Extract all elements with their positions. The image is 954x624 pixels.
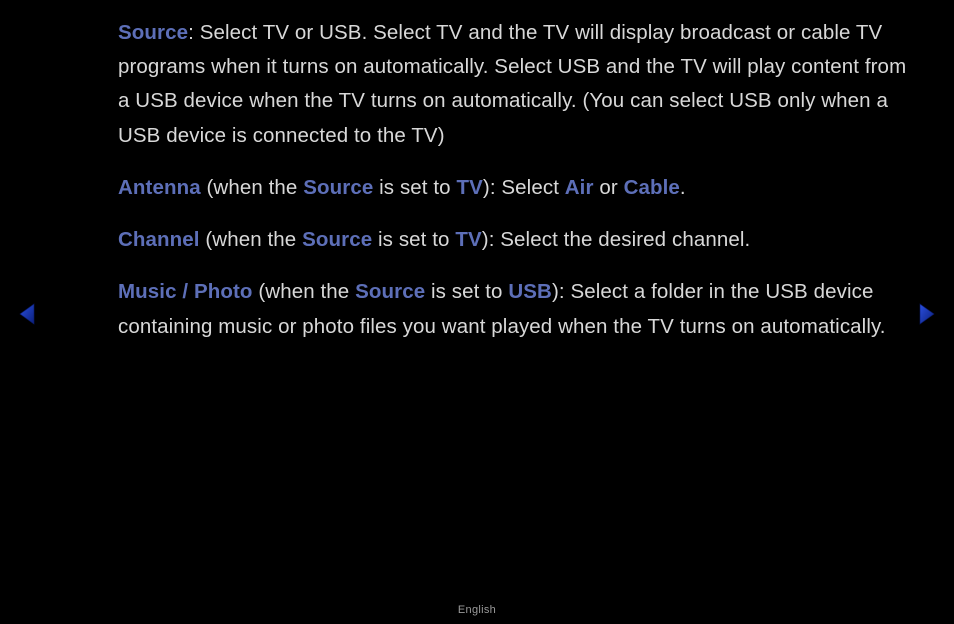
manual-content: Source: Select TV or USB. Select TV and … [118, 16, 908, 362]
paragraph-antenna: Antenna (when the Source is set to TV): … [118, 171, 908, 205]
term-source: Source [302, 228, 372, 251]
term-antenna: Antenna [118, 176, 201, 199]
text: (when the [200, 228, 303, 251]
footer-language: English [0, 604, 954, 616]
term-source: Source [303, 176, 373, 199]
term-usb: USB [508, 280, 552, 303]
paragraph-source: Source: Select TV or USB. Select TV and … [118, 16, 908, 153]
text: ): Select the desired channel. [482, 228, 751, 251]
triangle-left-icon [18, 303, 36, 325]
paragraph-channel: Channel (when the Source is set to TV): … [118, 223, 908, 257]
term-music-photo: Music / Photo [118, 280, 253, 303]
term-source: Source [118, 21, 188, 44]
triangle-right-icon [918, 303, 936, 325]
text: is set to [372, 228, 455, 251]
text: : Select TV or USB. Select TV and the TV… [118, 21, 906, 147]
previous-page-button[interactable] [18, 303, 36, 325]
text: is set to [425, 280, 508, 303]
term-tv: TV [455, 228, 481, 251]
text: ): Select [483, 176, 565, 199]
text: or [594, 176, 624, 199]
text: . [680, 176, 686, 199]
paragraph-music-photo: Music / Photo (when the Source is set to… [118, 275, 908, 343]
text: (when the [201, 176, 304, 199]
text: (when the [253, 280, 356, 303]
term-channel: Channel [118, 228, 200, 251]
next-page-button[interactable] [918, 303, 936, 325]
term-air: Air [565, 176, 594, 199]
text: is set to [373, 176, 456, 199]
term-cable: Cable [624, 176, 680, 199]
term-tv: TV [456, 176, 482, 199]
term-source: Source [355, 280, 425, 303]
